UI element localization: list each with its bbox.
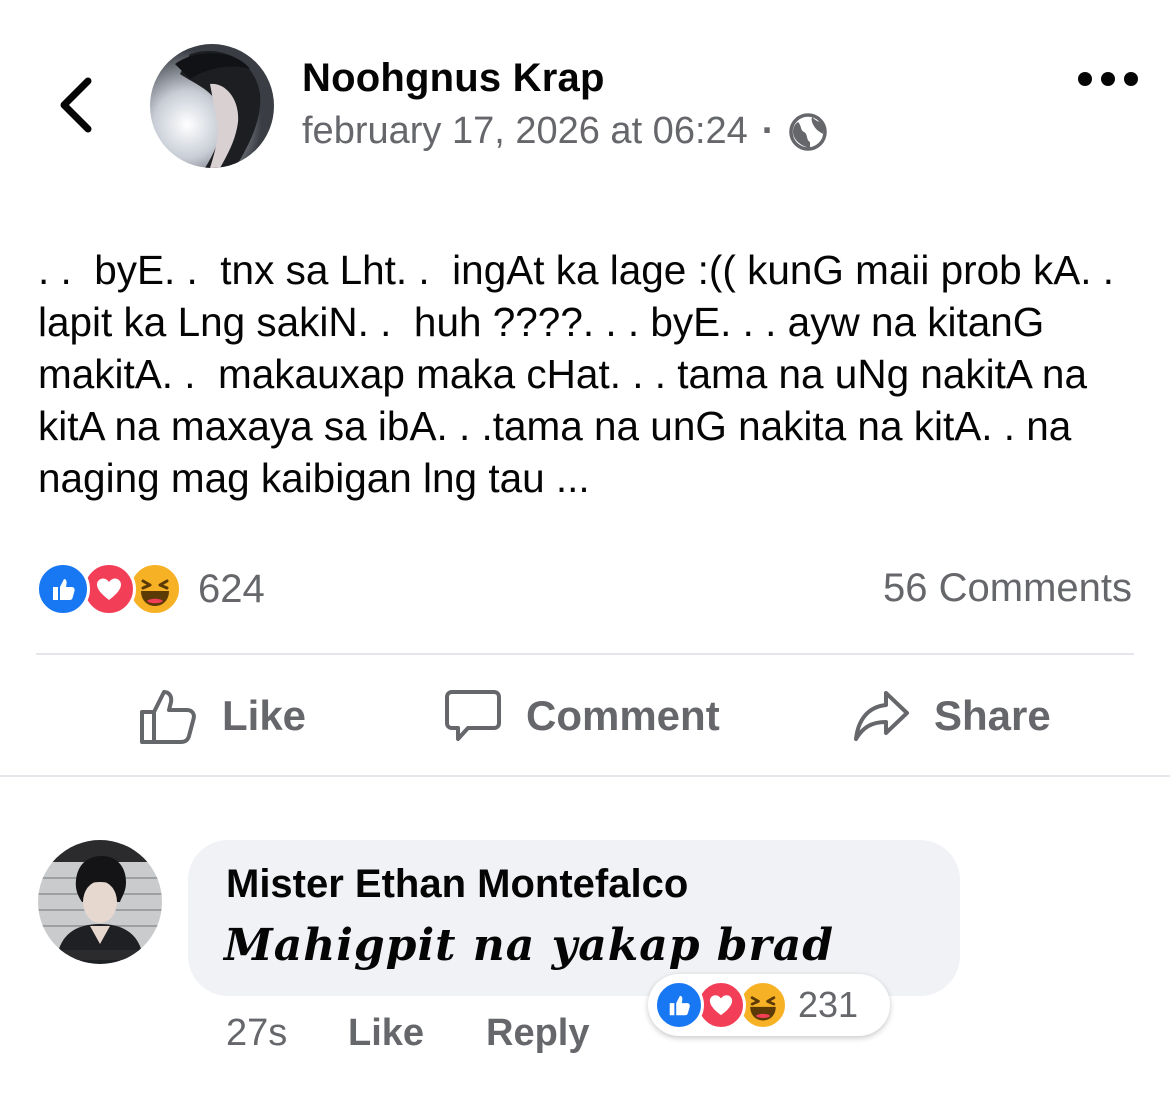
comment-text: Mahigpit na yakap brad <box>224 920 835 971</box>
author-avatar-image <box>150 44 274 168</box>
more-dot-icon <box>1101 72 1115 86</box>
share-button[interactable]: Share <box>852 680 1051 752</box>
meta-separator: · <box>761 110 775 152</box>
post-timestamp[interactable]: february 17, 2026 at 06:24 <box>302 110 748 153</box>
commenter-name[interactable]: Mister Ethan Montefalco <box>226 862 688 907</box>
like-button[interactable]: Like <box>138 680 306 752</box>
like-reaction-icon <box>654 980 704 1030</box>
more-dot-icon <box>1078 72 1092 86</box>
speech-bubble-icon <box>445 690 501 741</box>
like-label: Like <box>222 692 307 739</box>
post-meta: february 17, 2026 at 06:24 · <box>302 110 828 153</box>
comment-reaction-count: 231 <box>798 984 859 1025</box>
comment-label: Comment <box>526 692 720 739</box>
comment-reactions-summary[interactable]: 231 <box>648 974 890 1036</box>
post-author-name[interactable]: Noohgnus Krap <box>302 56 605 101</box>
back-button[interactable] <box>48 70 104 140</box>
commenter-avatar[interactable] <box>38 840 162 964</box>
comment-like-button[interactable]: Like <box>348 1012 424 1055</box>
comment-bubble[interactable]: Mister Ethan Montefalco Mahigpit na yaka… <box>188 840 960 996</box>
globe-icon[interactable] <box>788 112 828 152</box>
comment-button[interactable]: Comment <box>444 680 720 752</box>
post-text: . . byE. . tnx sa Lht. . ingAt ka lage :… <box>38 247 1126 501</box>
section-divider <box>0 775 1170 777</box>
post-reactions-summary[interactable]: 624 <box>36 562 265 616</box>
comment-reply-button[interactable]: Reply <box>486 1012 589 1055</box>
comments-count[interactable]: 56 Comments <box>883 566 1132 611</box>
like-reaction-icon <box>36 562 90 616</box>
commenter-avatar-image <box>38 840 162 964</box>
haha-reaction-icon <box>128 562 182 616</box>
more-dot-icon <box>1124 72 1138 86</box>
reaction-count: 624 <box>198 566 265 611</box>
divider <box>36 653 1134 655</box>
love-reaction-icon <box>82 562 136 616</box>
thumbs-up-icon <box>140 690 196 744</box>
share-arrow-icon <box>854 691 909 741</box>
author-avatar[interactable] <box>150 44 274 168</box>
more-options-button[interactable] <box>1078 62 1138 96</box>
share-label: Share <box>934 692 1051 739</box>
comment-timestamp: 27s <box>226 1012 288 1054</box>
chevron-left-icon <box>60 77 92 133</box>
